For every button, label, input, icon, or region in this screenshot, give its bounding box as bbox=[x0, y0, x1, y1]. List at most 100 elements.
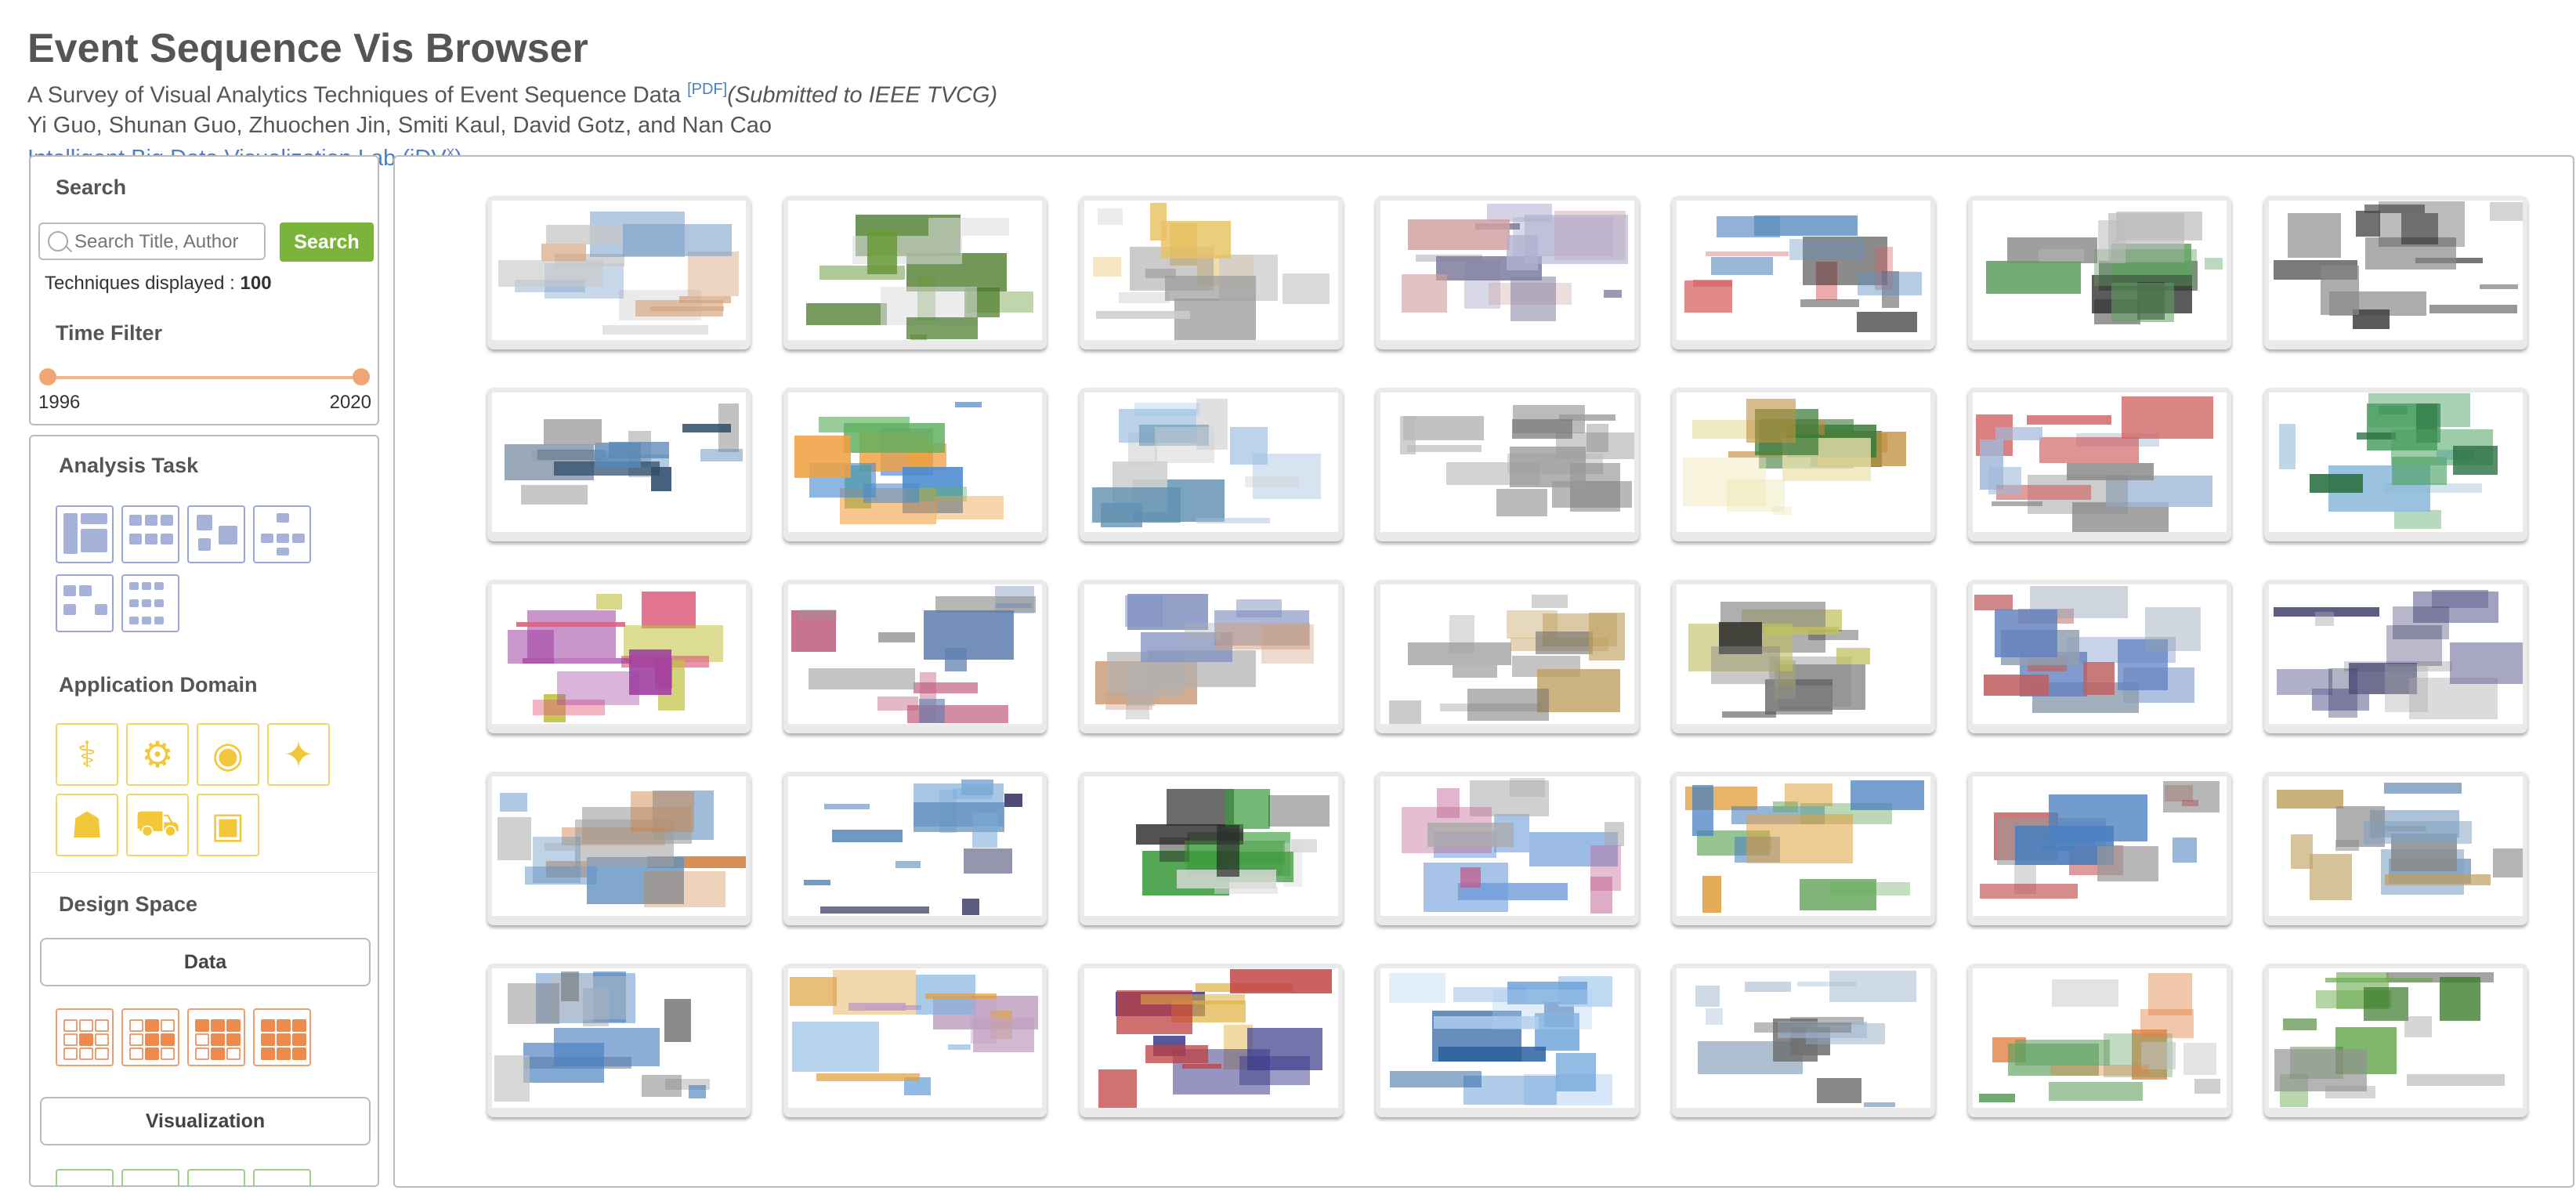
thumbnail-graphic bbox=[516, 621, 625, 627]
technique-thumbnail-14[interactable] bbox=[2264, 388, 2527, 541]
task-cluster-icon[interactable] bbox=[187, 505, 245, 563]
thumbnail-graphic bbox=[1496, 488, 1548, 516]
data-type-icon-3[interactable] bbox=[187, 1008, 245, 1066]
medical-icon[interactable]: ⚕ bbox=[56, 723, 118, 786]
data-icon-cell bbox=[79, 1033, 93, 1046]
thumbnail-graphic bbox=[1537, 669, 1621, 712]
task-compare-icon[interactable] bbox=[121, 574, 179, 632]
technique-thumbnail-25[interactable] bbox=[1376, 772, 1639, 925]
technique-thumbnail-30[interactable] bbox=[783, 964, 1047, 1117]
time-end-year: 2020 bbox=[329, 392, 371, 413]
technique-thumbnail-21[interactable] bbox=[2264, 580, 2527, 733]
technique-thumbnail-7[interactable] bbox=[2264, 196, 2527, 349]
technique-thumbnail-4[interactable] bbox=[1376, 196, 1639, 349]
thumbnail-graphic bbox=[664, 998, 692, 1042]
visualization-type-icon-3[interactable] bbox=[187, 1169, 245, 1185]
thumbnail-image bbox=[1380, 776, 1634, 916]
visualization-toggle-button[interactable]: Visualization bbox=[40, 1097, 371, 1145]
technique-thumbnail-12[interactable] bbox=[1672, 388, 1935, 541]
technique-thumbnail-24[interactable] bbox=[1080, 772, 1343, 925]
manufacturing-icon[interactable]: ⚙ bbox=[126, 723, 189, 786]
thumbnail-graphic bbox=[1215, 623, 1310, 650]
thumbnail-graphic bbox=[1097, 208, 1123, 226]
thumbnail-graphic bbox=[2172, 837, 2197, 863]
task-hierarchy-icon[interactable] bbox=[253, 505, 311, 563]
thumbnail-graphic bbox=[1408, 219, 1510, 251]
task-icon-block bbox=[161, 534, 173, 545]
thumbnail-graphic bbox=[2401, 213, 2439, 245]
technique-thumbnail-18[interactable] bbox=[1376, 580, 1639, 733]
technique-thumbnail-11[interactable] bbox=[1376, 388, 1639, 541]
technique-thumbnail-1[interactable] bbox=[487, 196, 751, 349]
business-icon[interactable]: ▣ bbox=[197, 794, 259, 856]
visualization-type-icon-4[interactable] bbox=[253, 1169, 311, 1185]
social-media-icon[interactable]: ✦ bbox=[267, 723, 330, 786]
thumbnail-graphic bbox=[2097, 845, 2158, 881]
transportation-icon[interactable]: ⛟ bbox=[126, 794, 189, 856]
search-field[interactable] bbox=[38, 223, 266, 260]
thumbnail-graphic bbox=[1705, 1008, 1723, 1025]
task-search-icon[interactable] bbox=[56, 574, 114, 632]
search-input[interactable] bbox=[73, 227, 264, 257]
pdf-link[interactable]: [PDF] bbox=[687, 81, 727, 98]
time-slider-end-handle[interactable] bbox=[353, 368, 370, 385]
data-type-icon-2[interactable] bbox=[121, 1008, 179, 1066]
technique-thumbnail-5[interactable] bbox=[1672, 196, 1935, 349]
thumbnail-graphic bbox=[1764, 626, 1839, 635]
technique-thumbnail-32[interactable] bbox=[1376, 964, 1639, 1117]
technique-thumbnail-19[interactable] bbox=[1672, 580, 1935, 733]
thumbnail-graphic bbox=[1992, 501, 2042, 507]
technique-thumbnail-2[interactable] bbox=[783, 196, 1047, 349]
web-icon[interactable]: ◉ bbox=[197, 723, 259, 786]
technique-thumbnail-8[interactable] bbox=[487, 388, 751, 541]
technique-thumbnail-6[interactable] bbox=[1968, 196, 2231, 349]
technique-thumbnail-17[interactable] bbox=[1080, 580, 1343, 733]
technique-thumbnail-23[interactable] bbox=[783, 772, 1047, 925]
thumbnail-graphic bbox=[700, 449, 743, 462]
data-icon-cell bbox=[161, 1047, 175, 1060]
thumbnail-graphic bbox=[2111, 282, 2174, 323]
technique-thumbnail-31[interactable] bbox=[1080, 964, 1343, 1117]
thumbnail-graphic bbox=[1145, 1044, 1209, 1063]
thumbnail-graphic bbox=[644, 871, 726, 907]
search-icon bbox=[48, 231, 68, 251]
technique-thumbnail-34[interactable] bbox=[1968, 964, 2231, 1117]
search-heading: Search bbox=[56, 175, 127, 199]
thumbnail-graphic bbox=[1772, 506, 1792, 515]
thumbnail-graphic bbox=[831, 830, 903, 843]
thumbnail-graphic bbox=[1857, 272, 1923, 295]
technique-thumbnail-28[interactable] bbox=[2264, 772, 2527, 925]
task-pattern-icon[interactable] bbox=[121, 505, 179, 563]
technique-thumbnail-33[interactable] bbox=[1672, 964, 1935, 1117]
technique-thumbnail-3[interactable] bbox=[1080, 196, 1343, 349]
data-icon-cell bbox=[226, 1033, 241, 1046]
technique-thumbnail-20[interactable] bbox=[1968, 580, 2231, 733]
technique-thumbnail-10[interactable] bbox=[1080, 388, 1343, 541]
technique-thumbnail-22[interactable] bbox=[487, 772, 751, 925]
technique-thumbnail-9[interactable] bbox=[783, 388, 1047, 541]
technique-thumbnail-35[interactable] bbox=[2264, 964, 2527, 1117]
task-overview-icon[interactable] bbox=[56, 505, 114, 563]
time-slider-track[interactable] bbox=[48, 376, 361, 379]
thumbnail-graphic bbox=[2048, 1082, 2143, 1102]
visualization-type-icon-2[interactable] bbox=[121, 1169, 179, 1185]
thumbnail-graphic bbox=[877, 696, 918, 711]
data-type-icon-1[interactable] bbox=[56, 1008, 114, 1066]
thumbnail-image bbox=[1084, 584, 1338, 724]
data-toggle-button[interactable]: Data bbox=[40, 938, 371, 986]
technique-thumbnail-13[interactable] bbox=[1968, 388, 2231, 541]
sports-icon[interactable]: ☗ bbox=[56, 794, 118, 856]
visualization-type-icon-1[interactable] bbox=[56, 1169, 114, 1185]
data-type-icon-4[interactable] bbox=[253, 1008, 311, 1066]
thumbnail-graphic bbox=[2328, 668, 2358, 718]
thumbnail-graphic bbox=[1467, 689, 1549, 722]
technique-thumbnail-27[interactable] bbox=[1968, 772, 2231, 925]
technique-thumbnail-15[interactable] bbox=[487, 580, 751, 733]
search-button[interactable]: Search bbox=[280, 223, 374, 262]
technique-thumbnail-16[interactable] bbox=[783, 580, 1047, 733]
time-slider-start-handle[interactable] bbox=[39, 368, 56, 385]
thumbnail-graphic bbox=[1134, 402, 1199, 416]
technique-thumbnail-29[interactable] bbox=[487, 964, 751, 1117]
thumbnail-graphic bbox=[1511, 419, 1572, 439]
technique-thumbnail-26[interactable] bbox=[1672, 772, 1935, 925]
